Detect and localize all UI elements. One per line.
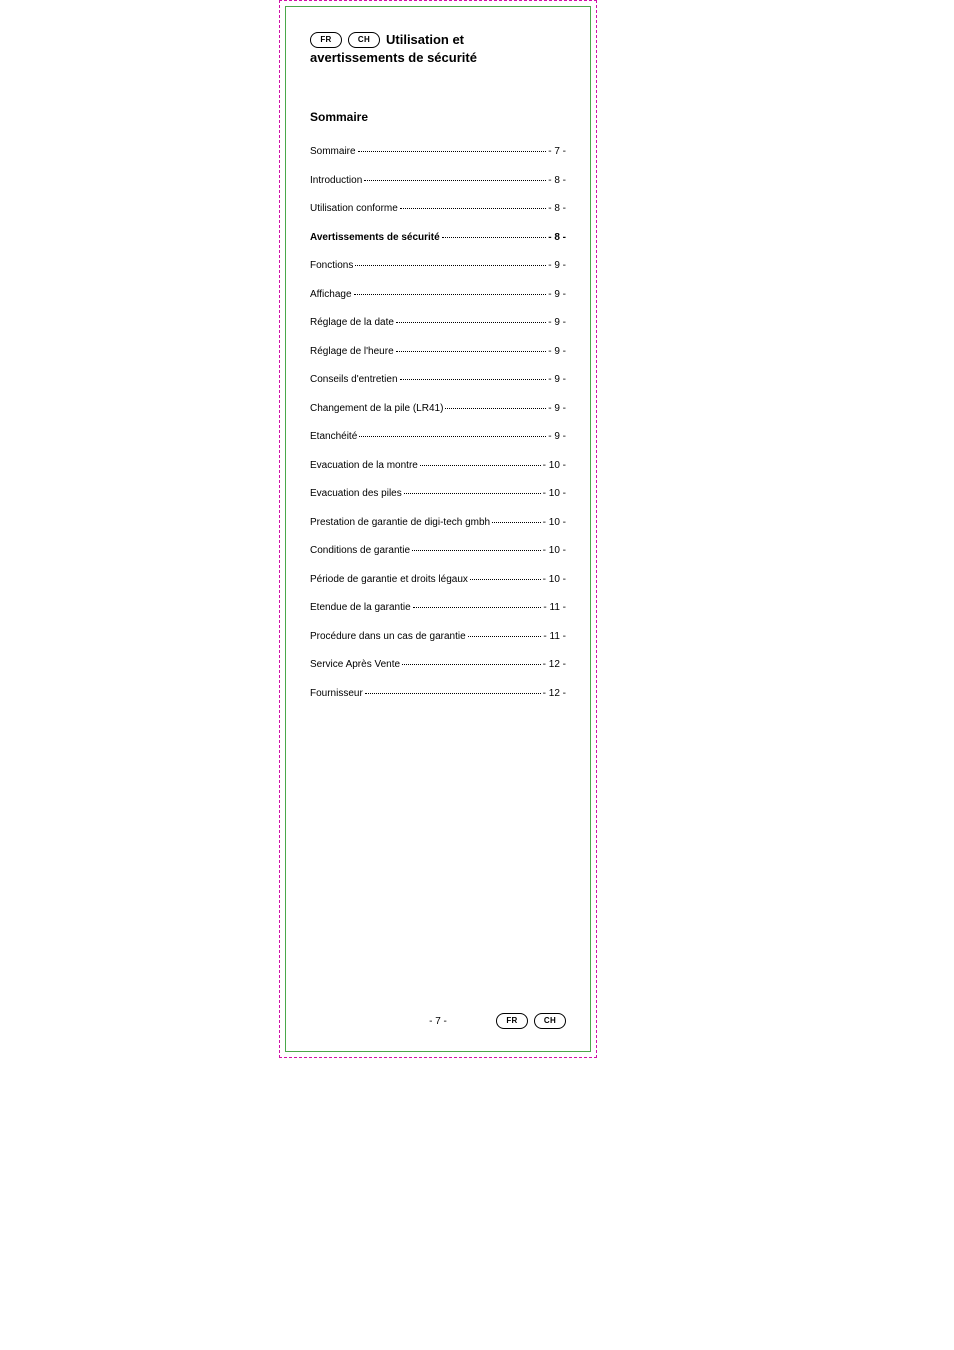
toc-row: Réglage de l'heure - 9 -: [310, 346, 566, 357]
toc-leader-dots: [396, 351, 547, 352]
toc-page: - 10 -: [543, 488, 566, 499]
toc-label: Période de garantie et droits légaux: [310, 574, 468, 585]
toc-row: Réglage de la date - 9 -: [310, 317, 566, 328]
table-of-contents: Sommaire- 7 -Introduction- 8 -Utilisatio…: [310, 146, 566, 699]
toc-leader-dots: [400, 379, 547, 380]
toc-page: - 8 -: [548, 203, 566, 214]
toc-page: - 8 -: [548, 175, 566, 186]
page-number: - 7 -: [429, 1016, 447, 1027]
title-block: FR CH Utilisation et avertissements de s…: [310, 31, 566, 66]
toc-row: Période de garantie et droits légaux - 10…: [310, 574, 566, 585]
toc-label: Réglage de l'heure: [310, 346, 394, 357]
toc-leader-dots: [365, 693, 541, 694]
toc-label: Etendue de la garantie: [310, 602, 411, 613]
toc-leader-dots: [400, 208, 546, 209]
toc-page: - 10 -: [543, 545, 566, 556]
title-text-2: avertissements de sécurité: [310, 49, 566, 67]
toc-page: - 9 -: [548, 431, 566, 442]
toc-leader-dots: [402, 664, 541, 665]
toc-page: - 9 -: [548, 403, 566, 414]
toc-label: Changement de la pile (LR41): [310, 403, 443, 414]
toc-label: Utilisation conforme: [310, 203, 398, 214]
toc-row: Utilisation conforme - 8 -: [310, 203, 566, 214]
toc-page: - 9 -: [548, 374, 566, 385]
toc-row: Prestation de garantie de digi-tech gmbh…: [310, 517, 566, 528]
toc-row: Changement de la pile (LR41) - 9 -: [310, 403, 566, 414]
toc-page: - 12 -: [543, 659, 566, 670]
toc-row: Sommaire - 7 -: [310, 146, 566, 157]
toc-page: - 9 -: [548, 260, 566, 271]
toc-leader-dots: [358, 151, 547, 152]
footer-badges: FR CH: [496, 1013, 566, 1029]
toc-label: Service Après Vente: [310, 659, 400, 670]
toc-row: Affichage - 9 -: [310, 289, 566, 300]
toc-page: - 12 -: [543, 688, 566, 699]
toc-leader-dots: [412, 550, 541, 551]
toc-label: Fournisseur: [310, 688, 363, 699]
footer-badge-fr: FR: [496, 1013, 528, 1029]
toc-page: - 9 -: [548, 317, 566, 328]
toc-row: Introduction - 8 -: [310, 175, 566, 186]
toc-label: Introduction: [310, 175, 362, 186]
page-footer: - 7 - FR CH: [310, 1013, 566, 1029]
toc-label: Conditions de garantie: [310, 545, 410, 556]
toc-page: - 10 -: [543, 460, 566, 471]
toc-leader-dots: [404, 493, 541, 494]
toc-page: - 11 -: [543, 631, 566, 642]
lang-badge-ch: CH: [348, 32, 380, 48]
toc-page: - 9 -: [548, 289, 566, 300]
toc-leader-dots: [364, 180, 546, 181]
toc-page: - 7 -: [548, 146, 566, 157]
page-content: FR CH Utilisation et avertissements de s…: [310, 31, 566, 1027]
bleed-guide: FR CH Utilisation et avertissements de s…: [279, 0, 597, 1058]
toc-leader-dots: [468, 636, 542, 637]
toc-label: Evacuation des piles: [310, 488, 402, 499]
toc-page: - 8 -: [548, 232, 566, 243]
toc-leader-dots: [442, 237, 547, 238]
toc-label: Avertissements de sécurité: [310, 232, 440, 243]
toc-leader-dots: [413, 607, 542, 608]
title-text-1: Utilisation et: [386, 31, 464, 49]
toc-row: Evacuation des piles - 10 -: [310, 488, 566, 499]
safe-area-guide: FR CH Utilisation et avertissements de s…: [285, 6, 591, 1052]
toc-row: Service Après Vente - 12 -: [310, 659, 566, 670]
footer-badge-ch: CH: [534, 1013, 566, 1029]
toc-label: Affichage: [310, 289, 352, 300]
toc-leader-dots: [359, 436, 546, 437]
toc-leader-dots: [355, 265, 546, 266]
toc-row: Conseils d'entretien - 9 -: [310, 374, 566, 385]
toc-row: Avertissements de sécurité - 8 -: [310, 232, 566, 243]
toc-leader-dots: [470, 579, 541, 580]
toc-label: Conseils d'entretien: [310, 374, 398, 385]
toc-leader-dots: [420, 465, 541, 466]
toc-row: Etendue de la garantie - 11 -: [310, 602, 566, 613]
toc-page: - 11 -: [543, 602, 566, 613]
title-line-1: FR CH Utilisation et: [310, 31, 566, 49]
toc-row: Fournisseur - 12 -: [310, 688, 566, 699]
toc-row: Etanchéité - 9 -: [310, 431, 566, 442]
toc-label: Evacuation de la montre: [310, 460, 418, 471]
toc-page: - 9 -: [548, 346, 566, 357]
toc-page: - 10 -: [543, 574, 566, 585]
toc-leader-dots: [492, 522, 541, 523]
section-heading: Sommaire: [310, 110, 566, 124]
toc-label: Etanchéité: [310, 431, 357, 442]
toc-label: Prestation de garantie de digi-tech gmbh: [310, 517, 490, 528]
toc-page: - 10 -: [543, 517, 566, 528]
toc-leader-dots: [445, 408, 546, 409]
toc-row: Fonctions - 9 -: [310, 260, 566, 271]
toc-row: Procédure dans un cas de garantie - 11 -: [310, 631, 566, 642]
toc-label: Réglage de la date: [310, 317, 394, 328]
toc-row: Conditions de garantie - 10 -: [310, 545, 566, 556]
toc-leader-dots: [354, 294, 547, 295]
toc-label: Procédure dans un cas de garantie: [310, 631, 466, 642]
toc-label: Sommaire: [310, 146, 356, 157]
toc-label: Fonctions: [310, 260, 353, 271]
toc-leader-dots: [396, 322, 546, 323]
lang-badge-fr: FR: [310, 32, 342, 48]
toc-row: Evacuation de la montre - 10 -: [310, 460, 566, 471]
